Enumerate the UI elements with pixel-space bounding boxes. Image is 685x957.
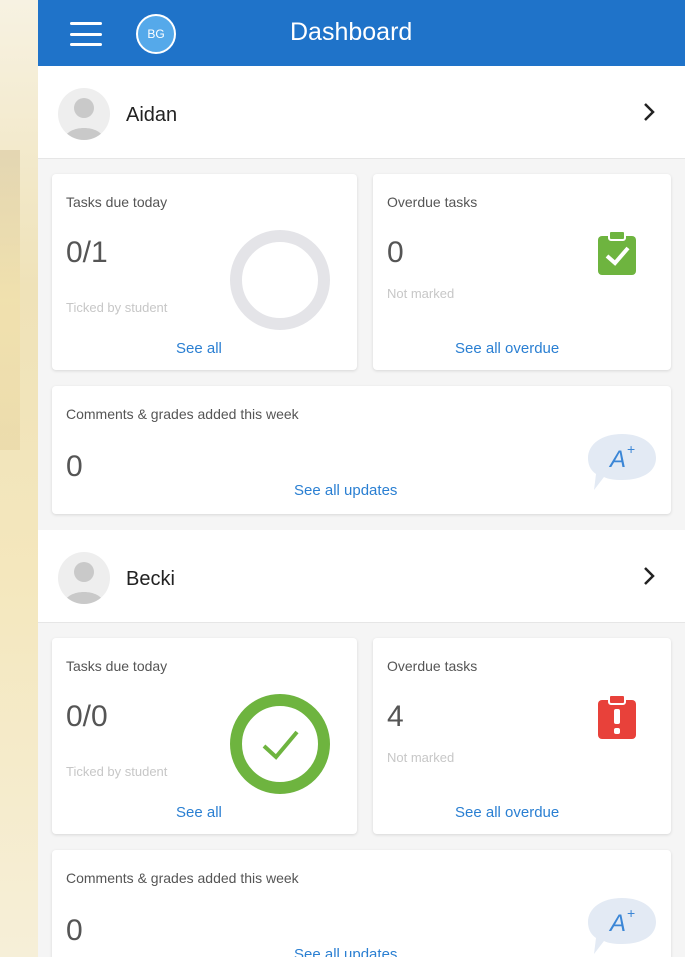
see-all-updates-link[interactable]: See all updates <box>294 482 397 499</box>
ticked-label: Ticked by student <box>66 300 168 315</box>
svg-text:+: + <box>627 905 635 921</box>
tasks-due-card: Tasks due today 0/1 Ticked by student Se… <box>52 174 357 370</box>
tasks-due-label: Tasks due today <box>66 658 168 674</box>
clipboard-alert-icon <box>598 694 636 739</box>
comments-value: 0 <box>66 914 83 947</box>
not-marked-label: Not marked <box>387 750 455 765</box>
overdue-label: Overdue tasks <box>387 658 478 674</box>
grade-bubble-icon: A + <box>588 434 656 490</box>
see-all-updates-link[interactable]: See all updates <box>294 946 397 957</box>
svg-text:A: A <box>608 446 626 473</box>
comments-card: Comments & grades added this week 0 A + … <box>52 386 671 514</box>
tasks-due-card: Tasks due today 0/0 Ticked by student Se… <box>52 638 357 834</box>
app-window: BG Dashboard Aidan Tasks due today 0/1 T… <box>38 0 685 957</box>
progress-ring-icon <box>230 230 330 330</box>
student-name: Aidan <box>126 104 178 126</box>
grade-bubble-icon: A + <box>588 898 656 954</box>
see-all-overdue-link[interactable]: See all overdue <box>455 340 559 357</box>
overdue-value: 4 <box>387 700 404 733</box>
menu-icon[interactable] <box>70 22 102 46</box>
comments-label: Comments & grades added this week <box>66 870 299 886</box>
svg-text:+: + <box>627 441 635 457</box>
see-all-overdue-link[interactable]: See all overdue <box>455 804 559 821</box>
complete-check-icon <box>230 694 330 794</box>
tasks-due-value: 0/0 <box>66 700 108 733</box>
chevron-right-icon[interactable] <box>637 564 661 588</box>
see-all-link[interactable]: See all <box>176 804 222 821</box>
page-title: Dashboard <box>290 18 413 46</box>
background-strip <box>0 0 38 957</box>
tasks-due-value: 0/1 <box>66 236 108 269</box>
overdue-card: Overdue tasks 0 Not marked See all overd… <box>373 174 671 370</box>
svg-text:A: A <box>608 910 626 937</box>
comments-value: 0 <box>66 450 83 483</box>
clipboard-check-icon <box>598 230 636 275</box>
overdue-card: Overdue tasks 4 Not marked See all overd… <box>373 638 671 834</box>
tasks-due-label: Tasks due today <box>66 194 168 210</box>
ticked-label: Ticked by student <box>66 764 168 779</box>
overdue-value: 0 <box>387 236 404 269</box>
overdue-label: Overdue tasks <box>387 194 478 210</box>
chevron-right-icon[interactable] <box>637 100 661 124</box>
student-avatar <box>58 552 110 604</box>
student-header-becki[interactable]: Becki <box>38 530 685 623</box>
student-header-aidan[interactable]: Aidan <box>38 66 685 159</box>
comments-card: Comments & grades added this week 0 A + … <box>52 850 671 957</box>
user-avatar-badge[interactable]: BG <box>136 14 176 54</box>
see-all-link[interactable]: See all <box>176 340 222 357</box>
student-name: Becki <box>126 568 175 590</box>
not-marked-label: Not marked <box>387 286 455 301</box>
top-bar: BG Dashboard <box>38 0 685 66</box>
student-avatar <box>58 88 110 140</box>
comments-label: Comments & grades added this week <box>66 406 299 422</box>
